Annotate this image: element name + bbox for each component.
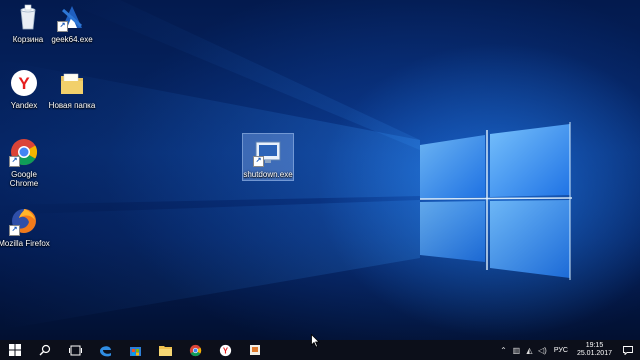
shortcut-arrow-icon: ↗ [9, 225, 20, 236]
explorer-button[interactable] [150, 340, 180, 360]
firefox-icon: ↗ [9, 206, 39, 236]
shutdown-shortcut-icon: ↗ [253, 137, 283, 167]
recycle-bin-label: Корзина [12, 35, 44, 44]
chrome-button[interactable] [180, 340, 210, 360]
folder-icon [57, 68, 87, 98]
svg-text:Y: Y [18, 74, 30, 93]
shutdown-desktop-icon[interactable]: ↗ shutdown.exe [242, 133, 294, 181]
shortcut-arrow-icon: ↗ [253, 156, 264, 167]
firefox-desktop-icon[interactable]: ↗ Mozilla Firefox [0, 206, 52, 248]
new-folder-desktop-icon[interactable]: Новая папка [44, 68, 100, 110]
new-folder-label: Новая папка [48, 101, 96, 110]
presentation-icon [250, 345, 260, 355]
notifications-icon [623, 345, 633, 355]
start-button[interactable] [0, 340, 30, 360]
task-view-button[interactable] [60, 340, 90, 360]
system-tray: ⌃ ▥ ◭ ◁) РУС 19:15 25.01.2017 [497, 340, 640, 360]
edge-button[interactable] [90, 340, 120, 360]
mouse-pointer-icon [311, 334, 320, 348]
recycle-bin-icon [13, 2, 43, 32]
volume-icon[interactable]: ◁) [536, 346, 549, 355]
geek-uninstaller-icon: ↗ [57, 2, 87, 32]
search-button[interactable] [30, 340, 60, 360]
presentation-button[interactable] [240, 340, 270, 360]
wifi-icon[interactable]: ◭ [523, 346, 536, 355]
language-indicator[interactable]: РУС [549, 347, 573, 354]
search-icon [39, 344, 51, 356]
edge-icon [99, 345, 111, 356]
shortcut-arrow-icon: ↗ [57, 21, 68, 32]
show-hidden-icons-icon[interactable]: ⌃ [497, 346, 510, 355]
geek64-label: geek64.exe [51, 35, 93, 44]
yandex-browser-icon: Y [9, 68, 39, 98]
yandex-label: Yandex [10, 101, 38, 110]
yandex-browser-icon: Y [219, 344, 231, 356]
clock-date: 25.01.2017 [576, 350, 612, 357]
action-center-button[interactable] [616, 340, 640, 360]
chrome-desktop-icon[interactable]: ↗ Google Chrome [0, 137, 52, 188]
file-explorer-icon [158, 345, 172, 356]
task-view-icon [68, 345, 82, 355]
clock-time: 19:15 [585, 342, 604, 349]
windows-logo-icon [9, 344, 21, 356]
chrome-icon [189, 344, 201, 356]
yandex-button[interactable]: Y [210, 340, 240, 360]
desktop[interactable]: Корзина ↗ geek64.exe Y Yandex Новая папк… [0, 0, 640, 340]
geek64-desktop-icon[interactable]: ↗ geek64.exe [44, 2, 100, 44]
shortcut-arrow-icon: ↗ [9, 156, 20, 167]
chrome-label: Google Chrome [9, 170, 39, 188]
network-icon[interactable]: ▥ [510, 346, 523, 355]
windows-wallpaper [0, 0, 573, 330]
taskbar: Y ⌃ ▥ ◭ ◁) РУС 19:15 25.01.2017 [0, 340, 640, 360]
svg-text:Y: Y [222, 346, 228, 355]
clock[interactable]: 19:15 25.01.2017 [573, 342, 616, 358]
shutdown-label: shutdown.exe [243, 170, 293, 179]
firefox-label: Mozilla Firefox [0, 239, 50, 248]
store-button[interactable] [120, 340, 150, 360]
chrome-icon: ↗ [9, 137, 39, 167]
store-icon [129, 347, 141, 356]
